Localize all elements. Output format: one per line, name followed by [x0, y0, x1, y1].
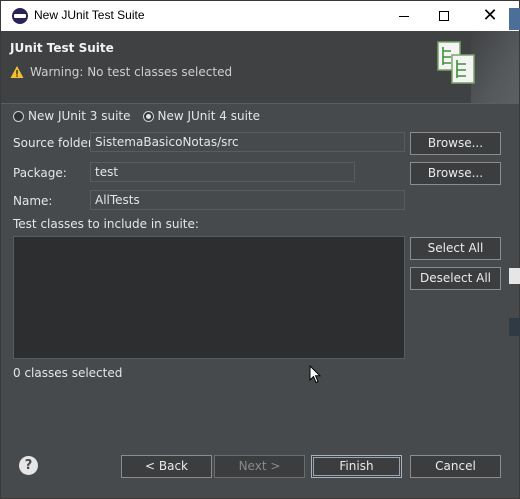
test-suite-banner-icon — [437, 41, 475, 84]
help-icon[interactable]: ? — [19, 456, 38, 475]
background-window-fragment — [509, 268, 520, 284]
package-field[interactable]: test — [90, 162, 355, 182]
next-button[interactable]: Next > — [214, 455, 305, 478]
source-folder-label: Source folder: — [13, 136, 97, 150]
back-button[interactable]: < Back — [121, 455, 212, 478]
junit-version-radios: New JUnit 3 suite New JUnit 4 suite — [13, 109, 268, 123]
package-label: Package: — [13, 166, 67, 180]
minimize-icon — [399, 15, 409, 17]
background-window-fragment — [509, 318, 520, 336]
junit-app-icon — [12, 8, 28, 24]
maximize-button[interactable] — [421, 1, 467, 31]
browse-package-button[interactable]: Browse... — [410, 162, 501, 185]
selection-status: 0 classes selected — [13, 366, 123, 380]
banner-decoration — [471, 31, 519, 103]
warning-text: Warning: No test classes selected — [30, 65, 233, 79]
junit3-radio-label[interactable]: New JUnit 3 suite — [28, 109, 131, 123]
junit4-radio-label[interactable]: New JUnit 4 suite — [158, 109, 261, 123]
name-label: Name: — [13, 194, 53, 208]
test-classes-list[interactable] — [13, 236, 405, 359]
close-button[interactable]: ✕ — [467, 1, 513, 31]
dialog-window: New JUnit Test Suite ✕ JUnit Test Suite … — [0, 0, 520, 499]
deselect-all-button[interactable]: Deselect All — [410, 267, 501, 290]
select-all-button[interactable]: Select All — [410, 237, 501, 260]
maximize-icon — [439, 11, 449, 21]
mouse-cursor-icon — [309, 365, 321, 384]
cancel-button[interactable]: Cancel — [410, 455, 501, 478]
junit3-radio[interactable] — [13, 110, 24, 122]
finish-button[interactable]: Finish — [311, 455, 402, 478]
wizard-banner: JUnit Test Suite Warning: No test classe… — [1, 31, 519, 104]
name-field[interactable]: AllTests — [90, 190, 405, 210]
warning-message: Warning: No test classes selected — [10, 65, 232, 79]
close-icon: ✕ — [482, 5, 498, 26]
junit4-radio[interactable] — [142, 110, 154, 122]
warning-icon — [10, 66, 24, 78]
test-classes-label: Test classes to include in suite: — [13, 217, 199, 231]
source-folder-field[interactable]: SistemaBasicoNotas/src — [90, 132, 405, 152]
background-window-fragment — [509, 8, 520, 30]
window-title: New JUnit Test Suite — [34, 8, 145, 22]
browse-source-folder-button[interactable]: Browse... — [410, 132, 501, 155]
banner-title: JUnit Test Suite — [10, 41, 114, 55]
title-bar[interactable]: New JUnit Test Suite ✕ — [1, 1, 519, 31]
